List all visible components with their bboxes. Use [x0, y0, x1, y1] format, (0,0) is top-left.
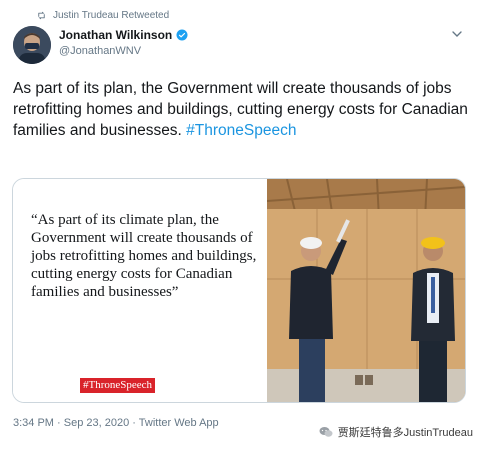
quote-graphic: “As part of its climate plan, the Govern…	[13, 179, 267, 402]
retweet-icon	[38, 11, 45, 19]
wechat-watermark: 贾斯廷特鲁多JustinTrudeau	[319, 424, 473, 440]
tweet-timestamp[interactable]: 3:34 PM · Sep 23, 2020 · Twitter Web App	[13, 417, 219, 429]
media-card[interactable]: “As part of its climate plan, the Govern…	[12, 178, 466, 403]
retweet-indicator[interactable]: Justin Trudeau Retweeted	[36, 8, 169, 22]
wechat-icon	[319, 427, 333, 437]
author-name[interactable]: Jonathan Wilkinson	[59, 28, 188, 42]
construction-photo	[267, 179, 465, 402]
chevron-down-icon[interactable]	[449, 26, 465, 42]
quote-text: “As part of its climate plan, the Govern…	[31, 212, 257, 300]
hashtag-link[interactable]: #ThroneSpeech	[186, 122, 296, 139]
retweet-label: Justin Trudeau Retweeted	[53, 9, 170, 21]
author-handle[interactable]: @JonathanWNV	[59, 45, 188, 57]
quote-hashtag-tag: #ThroneSpeech	[80, 378, 156, 393]
tweet-text: As part of its plan, the Government will…	[13, 78, 468, 141]
author-display-name[interactable]: Jonathan Wilkinson	[59, 28, 172, 42]
verified-icon	[176, 29, 188, 41]
avatar[interactable]	[13, 26, 51, 64]
author-block: Jonathan Wilkinson @JonathanWNV	[59, 28, 188, 57]
watermark-label: 贾斯廷特鲁多JustinTrudeau	[337, 427, 473, 439]
